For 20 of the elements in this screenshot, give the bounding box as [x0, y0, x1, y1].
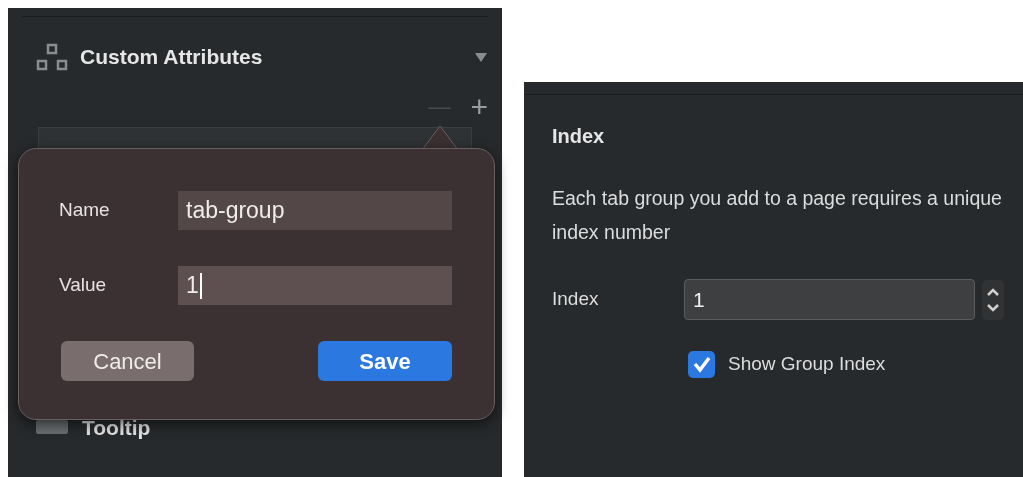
field-label: Index: [552, 287, 600, 312]
components-icon: [36, 42, 68, 71]
input-field[interactable]: tab-group: [178, 191, 452, 230]
cancel-button[interactable]: Cancel: [61, 341, 194, 381]
checkbox-label: Show Group Index: [728, 352, 886, 376]
checkbox[interactable]: [688, 350, 715, 378]
input-field[interactable]: 1: [178, 266, 452, 305]
tooltip-icon: [36, 420, 68, 435]
add-button[interactable]: +: [470, 91, 488, 122]
checkmark-icon: [691, 355, 712, 374]
index-field[interactable]: 1: [684, 279, 975, 320]
caret-icon[interactable]: [474, 50, 488, 63]
section-title: Index: [552, 124, 606, 149]
description-text: Each tab group you add to a page requires a unique index number: [552, 186, 1003, 245]
save-button[interactable]: Save: [318, 341, 452, 381]
field-label: Value: [59, 273, 108, 298]
section-title: Custom Attributes: [80, 44, 263, 70]
section-title: Tooltip: [82, 414, 151, 441]
stepper-icon[interactable]: [982, 279, 1004, 320]
field-label: Name: [59, 198, 111, 223]
